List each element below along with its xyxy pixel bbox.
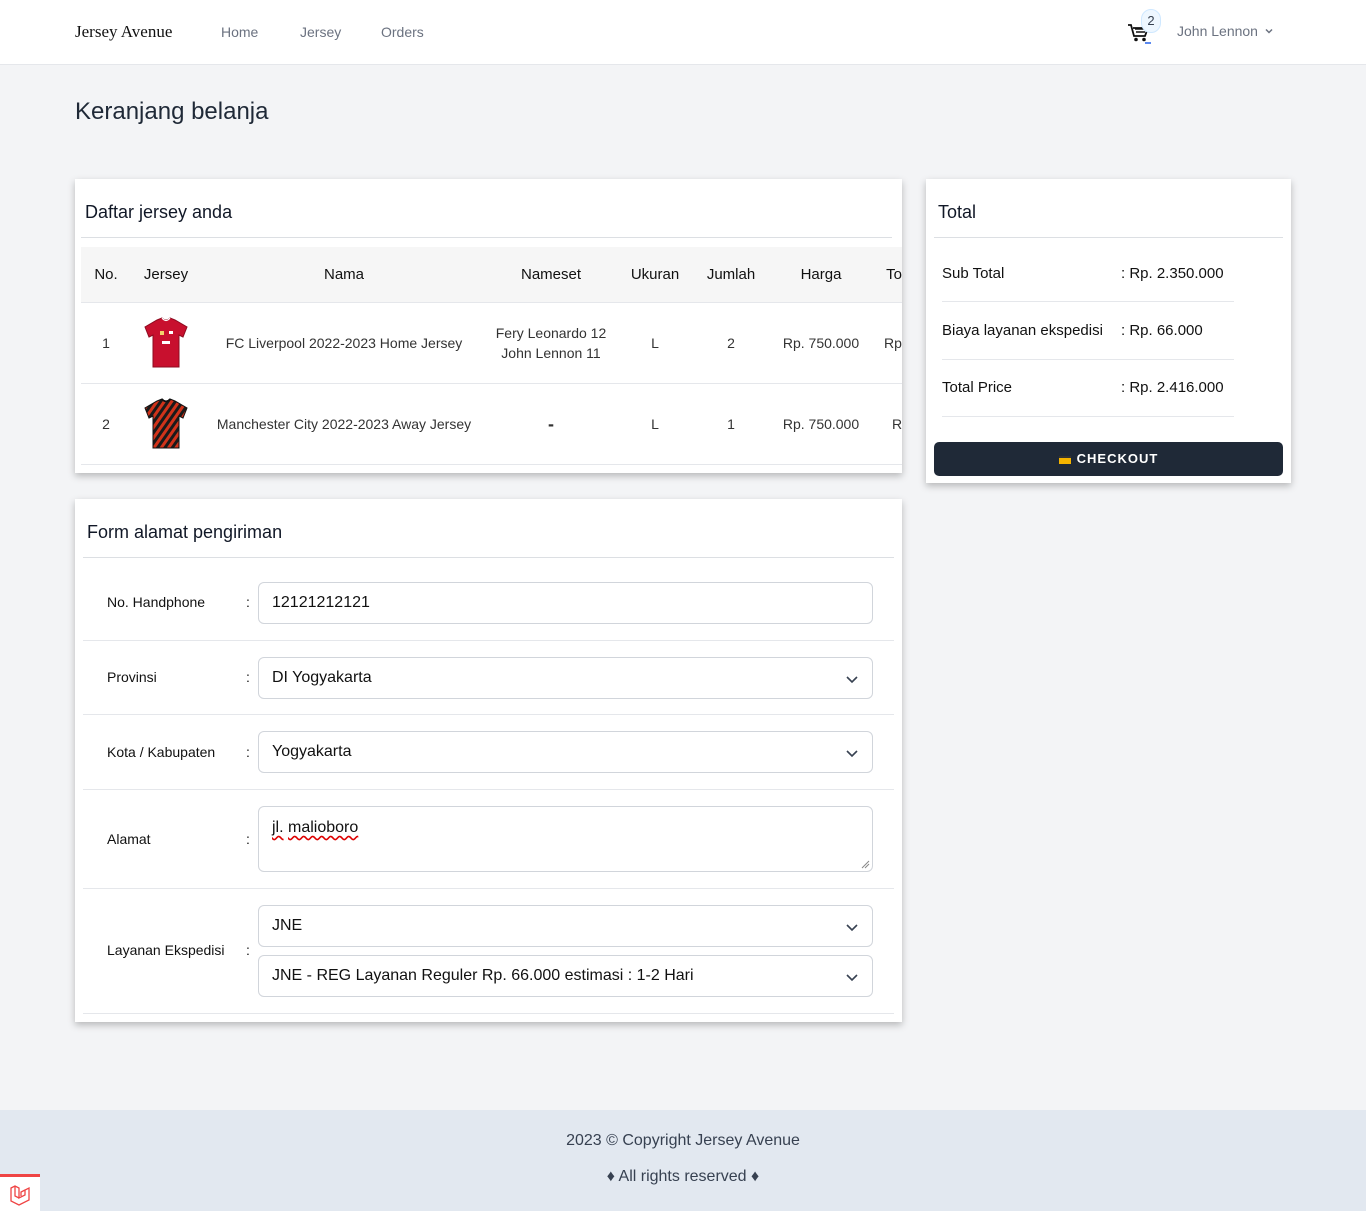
footer-rights: ♦ All rights reserved ♦ xyxy=(606,1168,760,1185)
resize-handle-icon[interactable] xyxy=(861,860,870,869)
column-header-total: To xyxy=(886,266,902,283)
shipping-form-card: Form alamat pengiriman No. Handphone : 1… xyxy=(75,499,902,1022)
courier-select[interactable]: JNE xyxy=(258,905,873,947)
chevron-down-icon xyxy=(1265,28,1273,34)
column-header-nameset: Nameset xyxy=(520,266,582,283)
colon: : xyxy=(246,669,250,685)
column-header-nama: Nama xyxy=(323,266,365,283)
column-header-harga: Harga xyxy=(800,266,842,283)
nameset-line: John Lennon 11 xyxy=(501,345,601,361)
address-textarea[interactable]: jl. malioboro xyxy=(258,806,873,872)
checkout-button[interactable]: CHECKOUT xyxy=(934,442,1283,476)
top-navbar: Jersey Avenue Home Jersey Orders 2 John … xyxy=(0,0,1366,65)
price-value: Rp. 750.000 xyxy=(782,416,860,432)
form-row-address: Alamat : jl. malioboro xyxy=(83,790,894,889)
address-text: malioboro xyxy=(288,819,359,836)
credit-card-icon xyxy=(1058,456,1071,464)
brand-logo[interactable]: Jersey Avenue xyxy=(75,22,172,42)
footer: 2023 © Copyright Jersey Avenue ♦ All rig… xyxy=(0,1110,1366,1211)
nav-link-jersey[interactable]: Jersey xyxy=(300,24,341,40)
province-select[interactable]: DI Yogyakarta xyxy=(258,657,873,699)
divider xyxy=(83,557,894,558)
laravel-logo-icon xyxy=(10,1185,30,1206)
table-row: 2 Manchester City 2022-2023 Away Jersey … xyxy=(81,384,902,465)
form-row-courier: Layanan Ekspedisi : JNE JNE - REG Layana… xyxy=(83,889,894,1014)
phone-label: No. Handphone xyxy=(107,594,206,610)
column-header-ukuran: Ukuran xyxy=(630,266,680,283)
colon: : xyxy=(246,942,250,958)
subtotal-label: Sub Total xyxy=(942,265,1005,282)
colon: : xyxy=(246,831,250,847)
quantity-value: 2 xyxy=(727,335,735,351)
chevron-down-icon xyxy=(846,974,858,982)
chevron-down-icon xyxy=(846,676,858,684)
divider xyxy=(942,359,1234,360)
province-label: Provinsi xyxy=(107,669,157,685)
chevron-down-icon xyxy=(846,750,858,758)
column-header-no: No. xyxy=(94,266,118,283)
debugbar-toggle[interactable] xyxy=(0,1174,40,1211)
nameset-line: Fery Leonardo 12 xyxy=(495,325,607,341)
cart-count-badge: 2 xyxy=(1141,9,1161,33)
address-label: Alamat xyxy=(107,831,151,847)
form-row-phone: No. Handphone : 12121212121 xyxy=(83,575,894,641)
chevron-down-icon xyxy=(846,924,858,932)
address-text: jl. xyxy=(272,819,284,836)
size-value: L xyxy=(651,416,659,432)
city-selected-value: Yogyakarta xyxy=(272,743,352,760)
service-selected-value: JNE - REG Layanan Reguler Rp. 66.000 est… xyxy=(272,967,694,984)
colon: : xyxy=(246,744,250,760)
city-label: Kota / Kabupaten xyxy=(107,744,216,760)
column-header-jumlah: Jumlah xyxy=(706,266,756,283)
courier-label: Layanan Ekspedisi xyxy=(107,942,225,958)
total-price-value: : Rp. 2.416.000 xyxy=(1121,379,1224,396)
cart-card: Daftar jersey anda No. Jersey Nama Names… xyxy=(75,179,902,473)
total-value: Rp xyxy=(884,335,902,351)
jersey-name: Manchester City 2022-2023 Away Jersey xyxy=(216,416,472,432)
total-price-label: Total Price xyxy=(942,379,1013,396)
shipping-value: : Rp. 66.000 xyxy=(1121,322,1203,339)
size-value: L xyxy=(651,335,659,351)
column-header-jersey: Jersey xyxy=(143,266,189,283)
total-card: Total Sub Total : Rp. 2.350.000 Biaya la… xyxy=(926,179,1291,483)
total-value: Rp xyxy=(892,416,902,432)
subtotal-value: : Rp. 2.350.000 xyxy=(1121,265,1224,282)
divider xyxy=(942,301,1234,302)
form-card-title: Form alamat pengiriman xyxy=(87,522,283,542)
mancity-jersey-image[interactable] xyxy=(143,398,189,450)
phone-input[interactable]: 12121212121 xyxy=(258,582,873,624)
checkout-label: CHECKOUT xyxy=(1076,451,1159,466)
cart-card-title: Daftar jersey anda xyxy=(85,202,233,222)
cart-table-header: No. Jersey Nama Nameset Ukuran Jumlah Ha… xyxy=(81,247,902,303)
divider xyxy=(942,416,1234,417)
form-row-city: Kota / Kabupaten : Yogyakarta xyxy=(83,715,894,790)
price-value: Rp. 750.000 xyxy=(782,335,860,351)
nameset-line: - xyxy=(548,414,554,434)
page-title: Keranjang belanja xyxy=(75,98,269,125)
city-select[interactable]: Yogyakarta xyxy=(258,731,873,773)
total-card-title: Total xyxy=(938,202,977,222)
user-menu-button[interactable]: John Lennon xyxy=(1177,23,1258,39)
jersey-name: FC Liverpool 2022-2023 Home Jersey xyxy=(225,335,463,351)
row-number: 2 xyxy=(102,416,110,432)
quantity-value: 1 xyxy=(727,416,735,432)
nav-link-home[interactable]: Home xyxy=(221,24,258,40)
province-selected-value: DI Yogyakarta xyxy=(272,669,372,686)
service-select[interactable]: JNE - REG Layanan Reguler Rp. 66.000 est… xyxy=(258,955,873,997)
form-row-province: Provinsi : DI Yogyakarta xyxy=(83,641,894,715)
footer-copyright: 2023 © Copyright Jersey Avenue xyxy=(566,1132,800,1149)
divider xyxy=(81,237,892,238)
nav-link-orders[interactable]: Orders xyxy=(381,24,424,40)
row-number: 1 xyxy=(102,335,110,351)
liverpool-jersey-image[interactable] xyxy=(143,317,189,369)
courier-selected-value: JNE xyxy=(272,917,303,934)
shipping-label: Biaya layanan ekspedisi xyxy=(942,322,1103,339)
table-row: 1 FC Liverpool 2022-2023 Home Jersey Fer… xyxy=(81,303,902,384)
colon: : xyxy=(246,594,250,610)
divider xyxy=(934,237,1283,238)
